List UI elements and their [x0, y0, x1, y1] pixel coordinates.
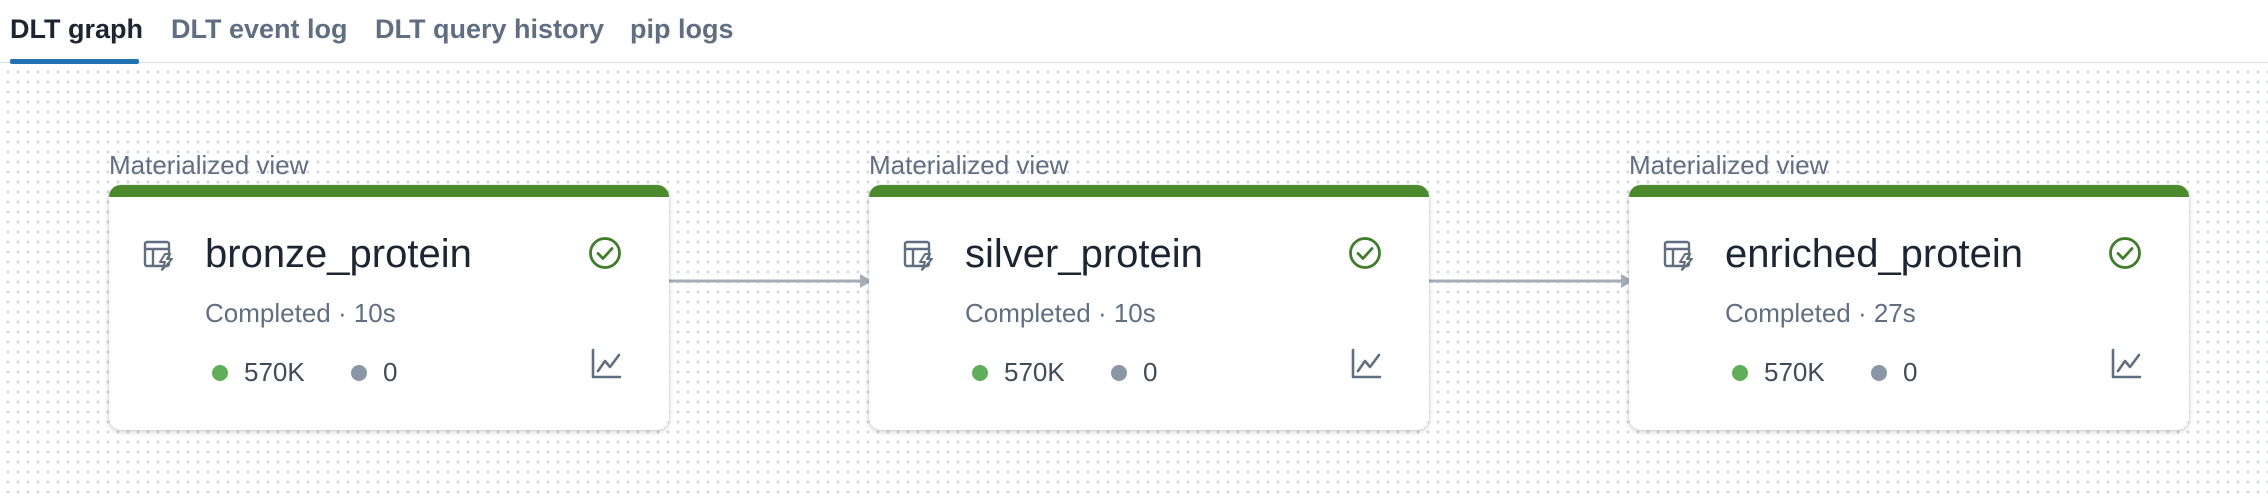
graph-canvas[interactable]: Materialized view bronze_protein Complet… — [0, 64, 2268, 496]
rows-dropped-value: 0 — [1143, 357, 1158, 387]
tab-dlt-graph[interactable]: DLT graph — [10, 14, 143, 64]
rows-written-dot — [1732, 364, 1748, 381]
node-status: Completed · 27s — [1725, 298, 1916, 328]
node-type-caption: Materialized view — [109, 150, 309, 180]
rows-dropped-metric: 0 — [1111, 357, 1157, 388]
tab-dlt-event-log[interactable]: DLT event log — [171, 14, 348, 63]
check-circle-icon — [589, 237, 621, 269]
node-name: bronze_protein — [205, 232, 472, 276]
node-silver-protein[interactable]: silver_protein Completed · 10s 570K 0 — [869, 185, 1429, 430]
rows-written-metric: 570K — [1732, 357, 1825, 388]
line-chart-icon[interactable] — [2109, 347, 2143, 381]
node-name: silver_protein — [965, 232, 1203, 276]
tab-label: pip logs — [630, 14, 734, 44]
check-circle-icon — [2109, 237, 2141, 269]
rows-written-metric: 570K — [212, 357, 305, 388]
materialized-view-icon — [1663, 240, 1693, 271]
rows-dropped-dot — [1871, 364, 1887, 381]
node-status: Completed · 10s — [205, 298, 396, 328]
tab-label: DLT graph — [10, 14, 143, 44]
node-enriched-protein[interactable]: enriched_protein Completed · 27s 570K 0 — [1629, 185, 2189, 430]
tab-label: DLT query history — [375, 14, 605, 44]
line-chart-icon[interactable] — [1349, 347, 1383, 381]
node-name: enriched_protein — [1725, 232, 2023, 276]
node-bronze-protein[interactable]: bronze_protein Completed · 10s 570K 0 — [109, 185, 669, 430]
node-status: Completed · 10s — [965, 298, 1156, 328]
node-type-caption: Materialized view — [869, 150, 1069, 180]
rows-written-dot — [972, 364, 988, 381]
rows-written-dot — [212, 364, 228, 381]
rows-written-value: 570K — [244, 357, 305, 387]
rows-written-metric: 570K — [972, 357, 1065, 388]
rows-dropped-dot — [351, 364, 367, 381]
materialized-view-icon — [143, 240, 173, 271]
edge-silver-to-enriched — [1429, 274, 1633, 288]
node-status-bar — [109, 185, 669, 197]
node-status-bar — [869, 185, 1429, 197]
tab-dlt-query-history[interactable]: DLT query history — [375, 14, 604, 63]
edge-bronze-to-silver — [668, 274, 872, 288]
line-chart-icon[interactable] — [589, 347, 623, 381]
node-status-bar — [1629, 185, 2189, 197]
rows-dropped-value: 0 — [1903, 357, 1918, 387]
rows-dropped-metric: 0 — [351, 357, 397, 388]
check-circle-icon — [1349, 237, 1381, 269]
rows-written-value: 570K — [1004, 357, 1065, 387]
node-type-caption: Materialized view — [1629, 150, 1829, 180]
materialized-view-icon — [903, 240, 933, 271]
rows-written-value: 570K — [1764, 357, 1825, 387]
tab-bar: DLT graph DLT event log DLT query histor… — [0, 0, 2268, 64]
dlt-pipeline-view: DLT graph DLT event log DLT query histor… — [0, 0, 2268, 496]
rows-dropped-value: 0 — [383, 357, 398, 387]
tab-pip-logs[interactable]: pip logs — [630, 14, 734, 63]
rows-dropped-metric: 0 — [1871, 357, 1917, 388]
tab-label: DLT event log — [171, 14, 348, 44]
rows-dropped-dot — [1111, 364, 1127, 381]
